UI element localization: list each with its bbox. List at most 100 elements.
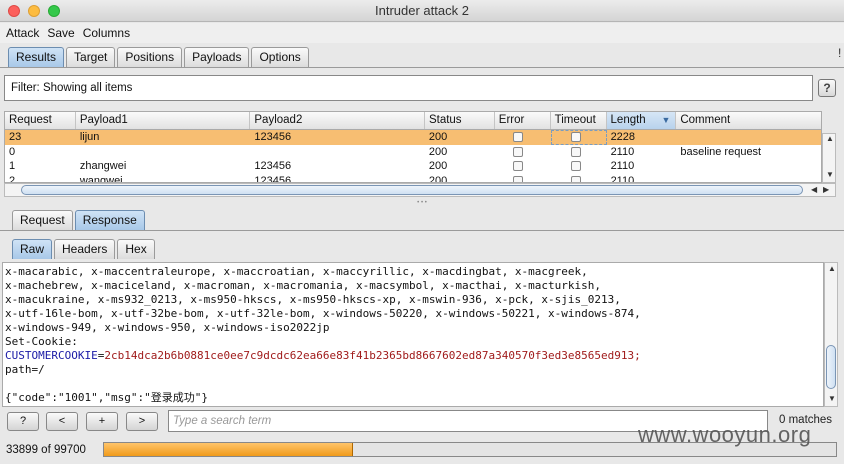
table-row[interactable]: 2 wangwei 123456 200 2110 xyxy=(5,174,821,183)
close-window-button[interactable] xyxy=(8,5,20,17)
tab-request[interactable]: Request xyxy=(12,210,73,230)
col-length[interactable]: Length ▼ xyxy=(606,112,677,129)
timeout-checkbox xyxy=(570,161,581,171)
error-checkbox xyxy=(512,146,523,157)
editor-vertical-scrollbar[interactable]: ▲ ▼ xyxy=(824,262,838,407)
cell-status: 200 xyxy=(428,174,448,183)
col-status[interactable]: Status xyxy=(425,112,495,129)
cell-timeout xyxy=(551,159,607,174)
watermark: www.wooyun.org xyxy=(638,422,812,447)
results-table: Request Payload1 Payload2 Status Error T… xyxy=(4,111,822,183)
cell-payload1 xyxy=(76,145,251,160)
table-row[interactable]: 1 zhangwei 123456 200 2110 xyxy=(5,159,821,174)
tab-response[interactable]: Response xyxy=(74,210,145,230)
cell-timeout xyxy=(550,130,607,145)
filter-bar[interactable]: Filter: Showing all items xyxy=(4,75,813,101)
scroll-left-icon[interactable]: ◀ xyxy=(811,185,817,194)
cell-timeout xyxy=(551,145,607,160)
timeout-checkbox xyxy=(570,132,581,142)
response-line: x-utf-16le-bom, x-utf-32be-bom, x-utf-32… xyxy=(5,307,641,320)
sort-desc-icon: ▼ xyxy=(661,115,671,125)
response-line: x-macarabic, x-maccentraleurope, x-maccr… xyxy=(5,265,588,278)
cell-request: 1 xyxy=(9,160,16,172)
cell-status: 200 xyxy=(428,160,448,172)
cell-payload2: 123456 xyxy=(254,131,292,143)
tab-divider xyxy=(0,230,844,231)
split-pane-divider[interactable]: • • • xyxy=(0,200,844,206)
cell-length: 2110 xyxy=(610,160,635,172)
cell-status: 200 xyxy=(428,145,448,158)
cell-error xyxy=(495,159,551,174)
search-options-button[interactable]: + xyxy=(86,412,118,431)
cookie-line: CUSTOMERCOOKIE=2cb14dca2b6b0881ce0ee7c9d… xyxy=(5,349,821,363)
error-checkbox xyxy=(512,175,523,182)
col-timeout[interactable]: Timeout xyxy=(551,112,607,129)
help-button[interactable]: ? xyxy=(818,79,836,97)
main-tabs: Results Target Positions Payloads Option… xyxy=(8,47,311,67)
col-length-label: Length xyxy=(610,114,646,126)
menu-attack[interactable]: Attack xyxy=(6,26,39,40)
timeout-checkbox xyxy=(570,175,581,182)
error-checkbox xyxy=(512,132,523,142)
cell-payload2 xyxy=(250,145,425,160)
col-request[interactable]: Request xyxy=(5,112,76,129)
window-titlebar: Intruder attack 2 xyxy=(0,0,844,22)
response-editor[interactable]: x-macarabic, x-maccentraleurope, x-maccr… xyxy=(2,262,824,407)
table-horizontal-scrollbar[interactable]: ◀ ▶ xyxy=(4,183,836,197)
cell-error xyxy=(495,145,551,160)
view-tabs: Raw Headers Hex xyxy=(12,239,157,259)
cell-length: 2110 xyxy=(610,174,635,183)
menu-columns[interactable]: Columns xyxy=(83,26,130,40)
table-row[interactable]: 0 200 2110 baseline request xyxy=(5,145,821,160)
col-payload1[interactable]: Payload1 xyxy=(76,112,251,129)
cell-comment xyxy=(676,130,821,145)
scroll-up-icon[interactable]: ▲ xyxy=(828,264,836,273)
tab-payloads[interactable]: Payloads xyxy=(184,47,250,67)
response-line: x-windows-949, x-windows-950, x-windows-… xyxy=(5,321,330,334)
error-checkbox xyxy=(512,161,523,171)
minimize-window-button[interactable] xyxy=(28,5,40,17)
scroll-up-icon[interactable]: ▲ xyxy=(826,134,834,143)
tab-positions[interactable]: Positions xyxy=(117,47,183,67)
cookie-value: 2cb14dca2b6b0881ce0ee7c9dcdc62ea66e83f41… xyxy=(104,349,641,362)
maximize-window-button[interactable] xyxy=(48,5,60,17)
cookie-name: CUSTOMERCOOKIE xyxy=(5,349,98,362)
cell-error xyxy=(495,174,551,182)
tab-hex[interactable]: Hex xyxy=(117,239,155,259)
tab-results[interactable]: Results xyxy=(8,47,65,67)
scroll-right-icon[interactable]: ▶ xyxy=(823,185,829,194)
col-error[interactable]: Error xyxy=(495,112,551,129)
cell-comment: baseline request xyxy=(680,145,762,158)
tab-raw[interactable]: Raw xyxy=(12,239,53,259)
table-row[interactable]: 23 lijun 123456 200 2228 xyxy=(5,130,821,145)
cell-request: 2 xyxy=(9,174,16,183)
tab-divider xyxy=(0,67,844,68)
col-comment[interactable]: Comment xyxy=(676,112,821,129)
menu-save[interactable]: Save xyxy=(47,26,74,40)
hscroll-thumb[interactable] xyxy=(21,185,803,195)
cell-length: 2228 xyxy=(610,131,636,143)
scroll-down-icon[interactable]: ▼ xyxy=(826,170,834,179)
cell-error xyxy=(495,130,551,145)
window-edge-mark: ! xyxy=(838,46,842,60)
table-vertical-scrollbar[interactable]: ▲ ▼ xyxy=(822,133,836,183)
col-payload2[interactable]: Payload2 xyxy=(250,112,425,129)
search-help-button[interactable]: ? xyxy=(7,412,39,431)
cell-payload2: 123456 xyxy=(254,160,292,172)
cell-request: 23 xyxy=(9,131,22,143)
editor-scroll-thumb[interactable] xyxy=(826,345,836,389)
cell-length: 2110 xyxy=(610,145,635,158)
search-prev-button[interactable]: < xyxy=(46,412,78,431)
tab-options[interactable]: Options xyxy=(251,47,309,67)
window-title: Intruder attack 2 xyxy=(375,3,469,18)
response-line: x-machebrew, x-maciceland, x-macroman, x… xyxy=(5,279,602,292)
tab-headers[interactable]: Headers xyxy=(54,239,116,259)
cell-timeout xyxy=(551,174,607,182)
cell-status: 200 xyxy=(428,131,448,143)
response-line: Set-Cookie: xyxy=(5,335,78,348)
search-next-button[interactable]: > xyxy=(126,412,158,431)
scroll-down-icon[interactable]: ▼ xyxy=(828,394,836,403)
request-response-tabs: Request Response xyxy=(12,210,147,230)
tab-target[interactable]: Target xyxy=(66,47,116,67)
